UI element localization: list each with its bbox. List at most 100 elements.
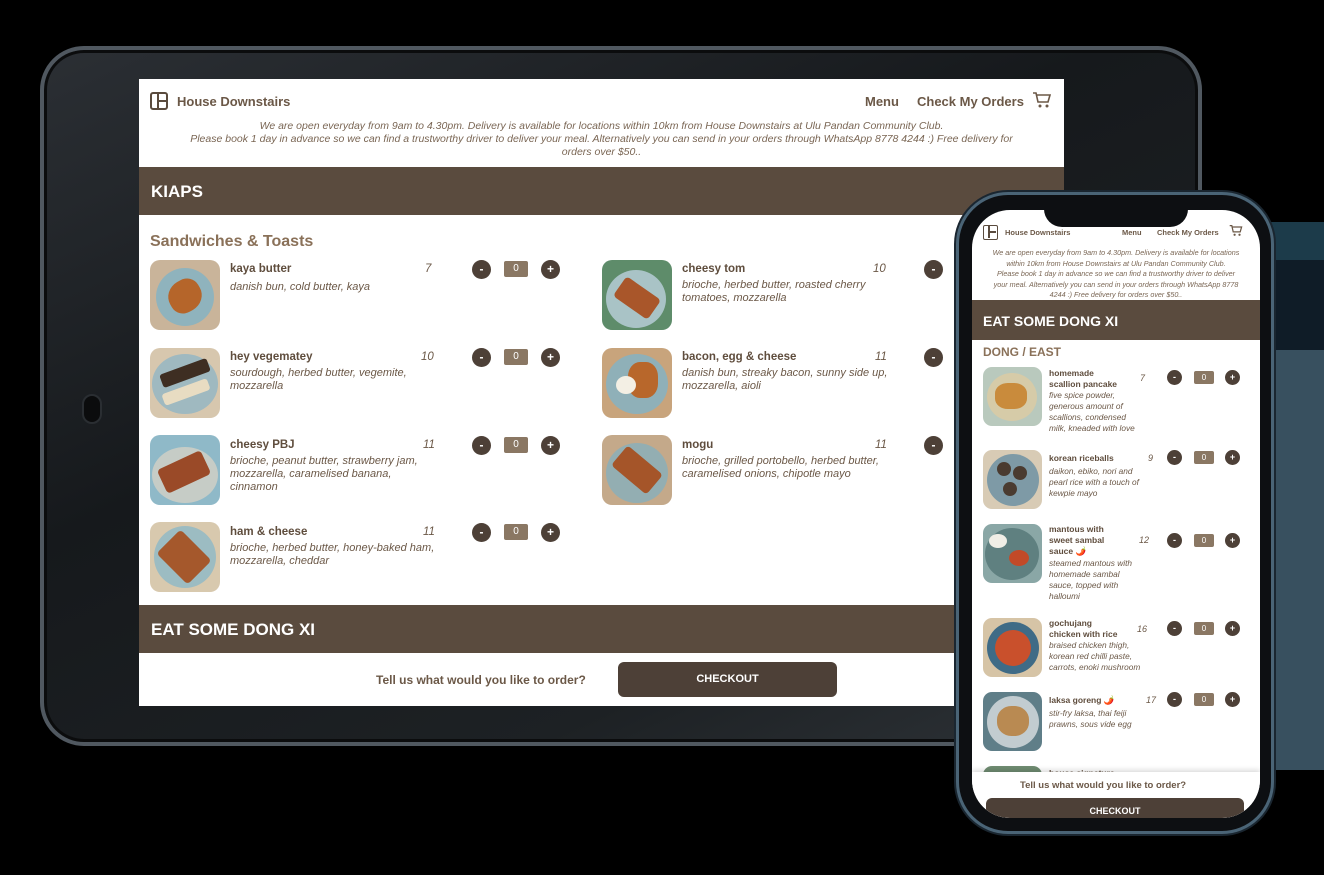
subcategory-title: DONG / EAST bbox=[983, 345, 1062, 359]
quantity-value[interactable]: 0 bbox=[1194, 451, 1214, 464]
item-description: daikon, ebiko, nori and pearl rice with a… bbox=[1049, 466, 1139, 498]
nav-menu-link[interactable]: Menu bbox=[1122, 228, 1142, 237]
item-name: mantous with sweet sambal sauce 🌶️ bbox=[1049, 524, 1105, 556]
item-price: 11 bbox=[423, 439, 435, 451]
decrement-button[interactable]: - bbox=[924, 260, 943, 279]
increment-button[interactable]: + bbox=[541, 436, 560, 455]
item-description: danish bun, cold butter, kaya bbox=[230, 281, 371, 293]
subcategory-title: Sandwiches & Toasts bbox=[150, 233, 314, 250]
increment-button[interactable]: + bbox=[1225, 692, 1240, 707]
quantity-value[interactable]: 0 bbox=[504, 524, 528, 540]
item-description: sourdough, herbed butter, vegemite, mozz… bbox=[230, 367, 407, 392]
increment-button[interactable]: + bbox=[1225, 450, 1240, 465]
order-prompt: Tell us what would you like to order? bbox=[376, 673, 586, 687]
decrement-button[interactable]: - bbox=[1167, 370, 1182, 385]
item-name: mogu bbox=[682, 439, 714, 451]
category-header-dong-xi: EAT SOME DONG XI bbox=[972, 300, 1260, 340]
decrement-button[interactable]: - bbox=[472, 523, 491, 542]
item-image-korean-riceballs[interactable] bbox=[983, 450, 1042, 509]
item-description: stir-fry laksa, thai feiji prawns, sous v… bbox=[1049, 708, 1132, 729]
decrement-button[interactable]: - bbox=[472, 436, 491, 455]
item-name: cheesy tom bbox=[682, 263, 746, 275]
increment-button[interactable]: + bbox=[1225, 533, 1240, 548]
nav-menu-link[interactable]: Menu bbox=[865, 94, 899, 109]
decrement-button[interactable]: - bbox=[1167, 533, 1182, 548]
item-image-cheesy-pbj[interactable] bbox=[150, 435, 220, 505]
item-description: danish bun, streaky bacon, sunny side up… bbox=[682, 367, 888, 392]
item-image-ham-cheese[interactable] bbox=[150, 522, 220, 592]
decrement-button[interactable]: - bbox=[924, 436, 943, 455]
item-name: kaya butter bbox=[230, 263, 292, 275]
quantity-value[interactable]: 0 bbox=[1194, 534, 1214, 547]
decrement-button[interactable]: - bbox=[1167, 450, 1182, 465]
tablet-camera bbox=[82, 394, 102, 424]
item-description: brioche, grilled portobello, herbed butt… bbox=[682, 455, 879, 480]
nav-orders-link[interactable]: Check My Orders bbox=[917, 94, 1024, 109]
item-image-cheesy-tom[interactable] bbox=[602, 260, 672, 330]
decrement-button[interactable]: - bbox=[472, 348, 491, 367]
order-footer: Tell us what would you like to order? CH… bbox=[972, 772, 1260, 818]
quantity-value[interactable]: 0 bbox=[1194, 693, 1214, 706]
decrement-button[interactable]: - bbox=[924, 348, 943, 367]
quantity-value[interactable]: 0 bbox=[1194, 371, 1214, 384]
item-name: ham & cheese bbox=[230, 526, 308, 538]
category-header-dong-xi: EAT SOME DONG XI bbox=[139, 605, 1064, 653]
item-name: cheesy PBJ bbox=[230, 439, 295, 451]
increment-button[interactable]: + bbox=[1225, 370, 1240, 385]
quantity-value[interactable]: 0 bbox=[504, 261, 528, 277]
increment-button[interactable]: + bbox=[541, 348, 560, 367]
quantity-value[interactable]: 0 bbox=[1194, 622, 1214, 635]
nav-orders-link[interactable]: Check My Orders bbox=[1157, 228, 1219, 237]
opening-notice: We are open everyday from 9am to 4.30pm.… bbox=[190, 120, 1013, 158]
checkout-button[interactable]: CHECKOUT bbox=[618, 662, 837, 697]
item-description: brioche, herbed butter, roasted cherry t… bbox=[682, 279, 866, 304]
item-image-gochujang-chicken[interactable] bbox=[983, 618, 1042, 677]
item-name: gochujang chicken with rice bbox=[1049, 618, 1118, 639]
brand-logo-icon[interactable] bbox=[150, 92, 168, 110]
item-price: 10 bbox=[873, 263, 886, 275]
item-price: 11 bbox=[875, 351, 887, 363]
cart-icon[interactable] bbox=[1032, 91, 1052, 109]
item-image-hey-vegematey[interactable] bbox=[150, 348, 220, 418]
item-image-scallion-pancake[interactable] bbox=[983, 367, 1042, 426]
decrement-button[interactable]: - bbox=[1167, 621, 1182, 636]
category-header-kiaps: KIAPS bbox=[139, 167, 1064, 215]
decrement-button[interactable]: - bbox=[472, 260, 491, 279]
item-name: korean riceballs bbox=[1049, 453, 1114, 463]
item-image-mogu[interactable] bbox=[602, 435, 672, 505]
opening-notice: We are open everyday from 9am to 4.30pm.… bbox=[992, 248, 1240, 299]
item-image-laksa-goreng[interactable] bbox=[983, 692, 1042, 751]
quantity-value[interactable]: 0 bbox=[504, 437, 528, 453]
item-description: braised chicken thigh, korean red chilli … bbox=[1049, 640, 1141, 672]
item-name: homemade scallion pancake bbox=[1049, 368, 1118, 389]
item-image-kaya-butter[interactable] bbox=[150, 260, 220, 330]
item-image-mantous[interactable] bbox=[983, 524, 1042, 583]
item-description: five spice powder, generous amount of scal… bbox=[1049, 390, 1135, 433]
item-image-bacon-egg-cheese[interactable] bbox=[602, 348, 672, 418]
cart-icon[interactable] bbox=[1229, 224, 1243, 237]
quantity-value[interactable]: 0 bbox=[504, 349, 528, 365]
item-price: 7 bbox=[425, 263, 432, 275]
item-price: 10 bbox=[421, 351, 434, 363]
item-price: 7 bbox=[1140, 373, 1146, 383]
item-name: hey vegematey bbox=[230, 351, 313, 363]
increment-button[interactable]: + bbox=[541, 523, 560, 542]
item-price: 11 bbox=[423, 526, 435, 538]
item-name: bacon, egg & cheese bbox=[682, 351, 797, 363]
brand-logo-icon[interactable] bbox=[983, 225, 998, 240]
brand-name[interactable]: House Downstairs bbox=[1005, 228, 1070, 237]
brand-name[interactable]: House Downstairs bbox=[177, 94, 290, 109]
item-price: 11 bbox=[875, 439, 887, 451]
order-prompt: Tell us what would you like to order? bbox=[1020, 780, 1187, 791]
item-price: 17 bbox=[1146, 695, 1157, 705]
item-description: brioche, peanut butter, strawberry jam, … bbox=[230, 455, 418, 493]
item-price: 9 bbox=[1148, 453, 1154, 463]
increment-button[interactable]: + bbox=[541, 260, 560, 279]
item-description: brioche, herbed butter, honey-baked ham,… bbox=[230, 542, 435, 567]
increment-button[interactable]: + bbox=[1225, 621, 1240, 636]
checkout-button[interactable]: CHECKOUT bbox=[986, 798, 1244, 818]
item-name: laksa goreng 🌶️ bbox=[1049, 695, 1115, 705]
item-description: steamed mantous with homemade sambal sauce… bbox=[1049, 558, 1133, 601]
decrement-button[interactable]: - bbox=[1167, 692, 1182, 707]
order-footer: Tell us what would you like to order? CH… bbox=[139, 653, 1064, 706]
